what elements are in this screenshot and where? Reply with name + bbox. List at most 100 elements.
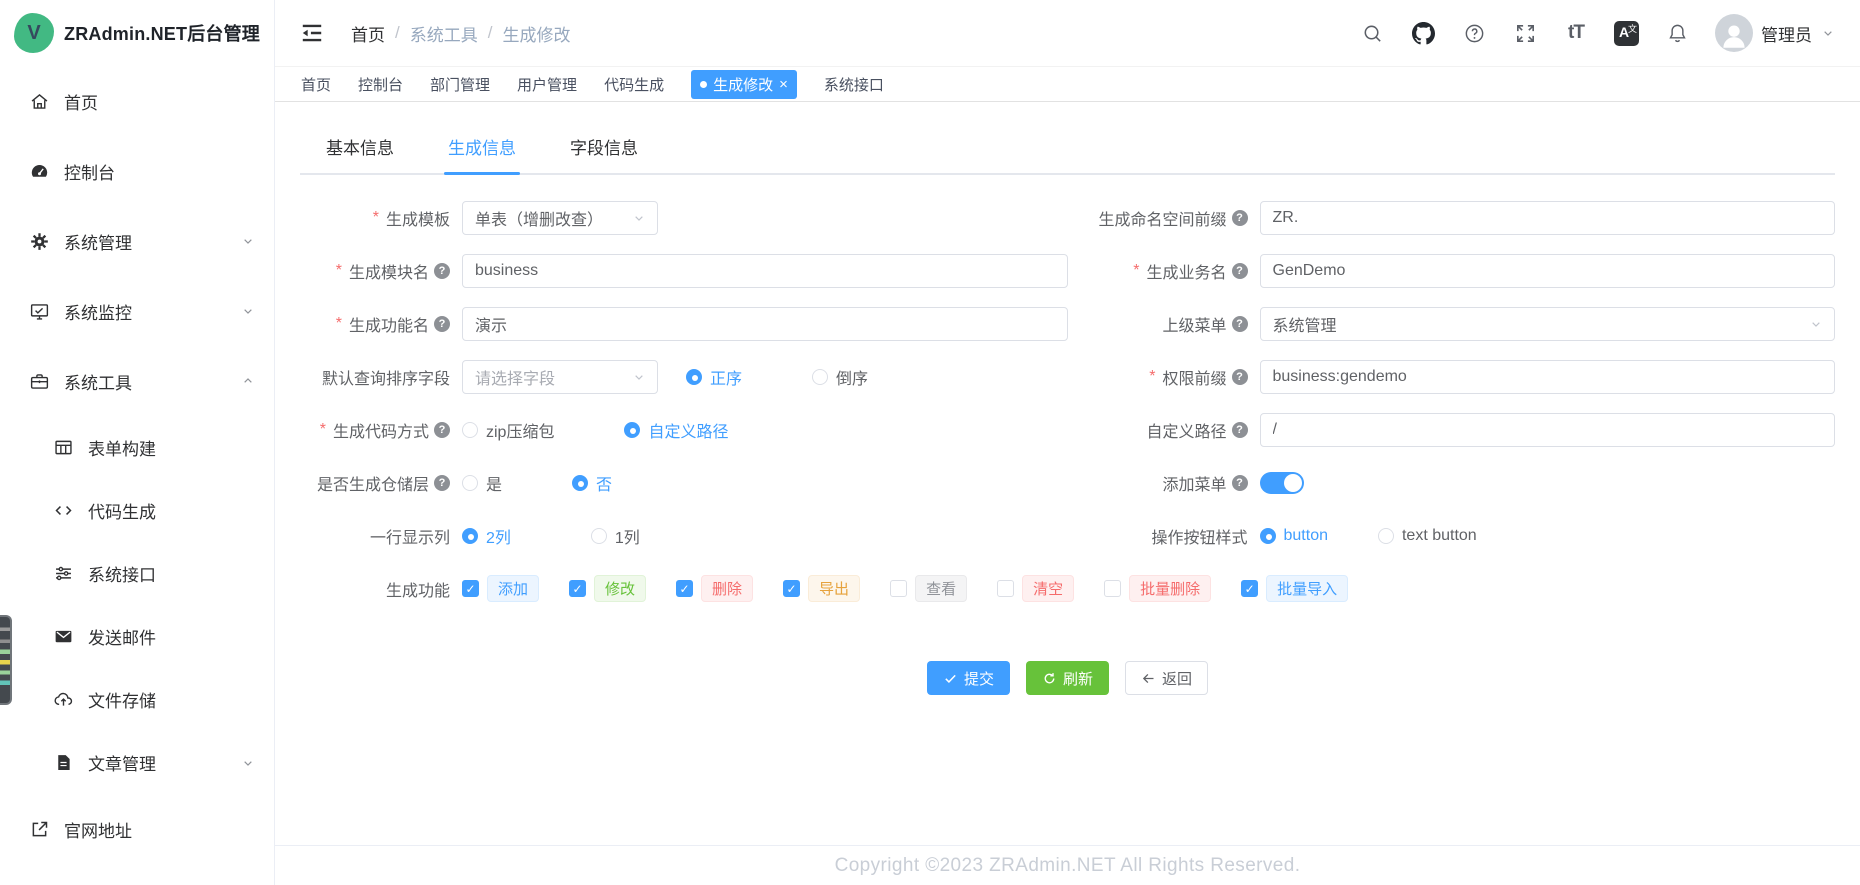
namespace-prefix-input[interactable] xyxy=(1259,200,1835,235)
user-menu[interactable]: 管理员 xyxy=(1715,14,1836,52)
sidebar-item-home[interactable]: 首页 xyxy=(0,66,274,136)
radio-repo-no[interactable]: 否 xyxy=(572,471,612,495)
label-text: 生成业务名 xyxy=(1146,264,1227,282)
feature-tag: 添加 xyxy=(487,575,540,602)
gen-template-select[interactable]: 单表（增删改查） xyxy=(462,200,658,235)
breadcrumb-home[interactable]: 首页 xyxy=(351,21,385,46)
radio-icon xyxy=(572,474,589,491)
language-icon[interactable] xyxy=(1614,20,1639,46)
sidebar-fold-icon[interactable] xyxy=(299,20,325,46)
feature-tag: 批量导入 xyxy=(1266,575,1349,602)
breadcrumb-separator: / xyxy=(395,23,400,42)
checkbox-feature-batch-delete[interactable]: 批量删除 xyxy=(1104,575,1212,602)
sliders-icon xyxy=(52,563,74,585)
breadcrumb-current: 生成修改 xyxy=(502,25,571,45)
module-name-input[interactable] xyxy=(462,253,1068,288)
sidebar-item-file-storage[interactable]: 文件存储 xyxy=(0,668,274,731)
feature-tag: 批量删除 xyxy=(1129,575,1212,602)
function-name-input[interactable] xyxy=(462,306,1068,341)
help-icon[interactable] xyxy=(1231,421,1248,438)
business-name-input[interactable] xyxy=(1259,253,1835,288)
floating-widget[interactable] xyxy=(0,615,12,705)
help-icon[interactable] xyxy=(1231,474,1248,491)
radio-sort-asc[interactable]: 正序 xyxy=(686,365,742,389)
refresh-button[interactable]: 刷新 xyxy=(1025,661,1109,695)
help-icon[interactable] xyxy=(434,262,450,279)
back-button[interactable]: 返回 xyxy=(1125,661,1209,695)
sidebar-item-label: 文件存储 xyxy=(88,692,156,711)
generate-form: 生成模板 单表（增删改查） 生成命名空间前缀 xyxy=(300,191,1835,695)
radio-one-column[interactable]: 1列 xyxy=(590,524,640,548)
page-footer: Copyright ©2023 ZRAdmin.NET All Rights R… xyxy=(275,845,1860,885)
tag-tab-api[interactable]: 系统接口 xyxy=(824,74,884,95)
radio-zip[interactable]: zip压缩包 xyxy=(462,418,554,442)
radio-repo-yes[interactable]: 是 xyxy=(462,471,502,495)
checkbox-feature-edit[interactable]: 修改 xyxy=(569,575,647,602)
checkbox-feature-clear[interactable]: 清空 xyxy=(997,575,1075,602)
sidebar-item-system-tools[interactable]: 系统工具 xyxy=(0,346,274,416)
sidebar-item-system-api[interactable]: 系统接口 xyxy=(0,542,274,605)
help-icon[interactable] xyxy=(434,421,450,438)
checkbox-feature-export[interactable]: 导出 xyxy=(783,575,861,602)
checkbox-icon xyxy=(569,580,587,597)
field-parent-menu: 上级菜单 系统管理 xyxy=(1068,306,1835,341)
search-icon[interactable] xyxy=(1359,20,1385,46)
help-icon[interactable] xyxy=(1231,315,1248,332)
button-label: 提交 xyxy=(963,670,994,688)
sidebar-item-system-monitor[interactable]: 系统监控 xyxy=(0,276,274,346)
sidebar-item-system-admin[interactable]: 系统管理 xyxy=(0,206,274,276)
sidebar-item-code-gen[interactable]: 代码生成 xyxy=(0,479,274,542)
tab-close-icon[interactable]: × xyxy=(779,77,788,92)
field-label: 生成功能 xyxy=(385,582,450,600)
sidebar-item-article-admin[interactable]: 文章管理 xyxy=(0,731,274,794)
sidebar-item-label: 系统接口 xyxy=(88,566,156,585)
subtab-field-info[interactable]: 字段信息 xyxy=(570,134,638,159)
sidebar-item-console[interactable]: 控制台 xyxy=(0,136,274,206)
help-icon[interactable] xyxy=(1231,209,1248,226)
radio-two-columns[interactable]: 2列 xyxy=(462,524,511,548)
tag-tab-dept[interactable]: 部门管理 xyxy=(430,74,490,95)
question-icon[interactable] xyxy=(1461,20,1487,46)
fullscreen-icon[interactable] xyxy=(1512,20,1538,46)
logo-row[interactable]: V ZRAdmin.NET后台管理 xyxy=(0,0,274,66)
custom-path-input[interactable] xyxy=(1259,412,1835,447)
field-label: 自定义路径 xyxy=(1068,418,1248,442)
github-icon[interactable] xyxy=(1410,20,1436,46)
sidebar-item-send-mail[interactable]: 发送邮件 xyxy=(0,605,274,668)
parent-menu-select[interactable]: 系统管理 xyxy=(1259,306,1835,341)
bell-icon[interactable] xyxy=(1664,20,1690,46)
tag-tab-user[interactable]: 用户管理 xyxy=(517,74,577,95)
feature-tag: 修改 xyxy=(594,575,647,602)
checkbox-feature-add[interactable]: 添加 xyxy=(462,575,540,602)
subtab-basic-info[interactable]: 基本信息 xyxy=(326,134,394,159)
help-icon[interactable] xyxy=(1231,368,1248,385)
briefcase-icon xyxy=(28,370,50,392)
font-size-icon[interactable]: tT xyxy=(1563,20,1589,46)
checkbox-feature-view[interactable]: 查看 xyxy=(890,575,968,602)
radio-sort-desc[interactable]: 倒序 xyxy=(812,365,868,389)
subtab-gen-info[interactable]: 生成信息 xyxy=(444,134,520,175)
chevron-up-icon xyxy=(244,378,252,383)
radio-label: text button xyxy=(1401,526,1477,544)
help-icon[interactable] xyxy=(434,315,450,332)
perm-prefix-input[interactable] xyxy=(1259,359,1835,394)
tag-tab-home[interactable]: 首页 xyxy=(301,74,331,95)
logo-letter: V xyxy=(27,21,41,44)
help-icon[interactable] xyxy=(434,474,450,491)
sidebar-item-form-builder[interactable]: 表单构建 xyxy=(0,416,274,479)
radio-custom-path[interactable]: 自定义路径 xyxy=(624,418,728,442)
submit-button[interactable]: 提交 xyxy=(926,661,1010,695)
sidebar-item-website[interactable]: 官网地址 xyxy=(0,794,274,864)
checkbox-feature-batch-import[interactable]: 批量导入 xyxy=(1241,575,1349,602)
help-icon[interactable] xyxy=(1231,262,1248,279)
field-perm-prefix: 权限前缀 xyxy=(1068,359,1835,394)
sort-field-select[interactable]: 请选择字段 xyxy=(462,359,658,394)
checkbox-feature-delete[interactable]: 删除 xyxy=(676,575,754,602)
radio-btn-style-text[interactable]: text button xyxy=(1377,526,1477,545)
tag-tab-console[interactable]: 控制台 xyxy=(358,74,403,95)
tag-tab-codegen[interactable]: 代码生成 xyxy=(604,74,664,95)
tag-tab-gen-edit-active[interactable]: 生成修改 × xyxy=(691,69,797,99)
sidebar: V ZRAdmin.NET后台管理 首页 控制台 系统管理 系统监控 系统工具 … xyxy=(0,0,275,885)
add-menu-toggle[interactable] xyxy=(1259,471,1304,494)
radio-btn-style-button[interactable]: button xyxy=(1259,527,1328,545)
